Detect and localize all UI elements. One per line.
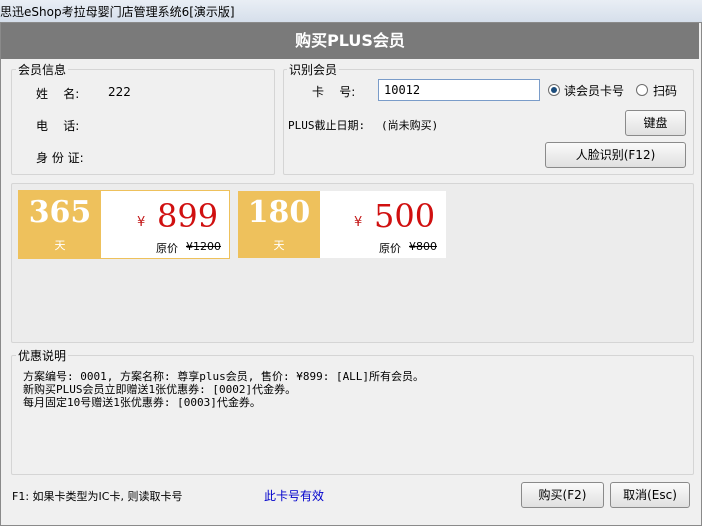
promo-line: 新购买PLUS会员立即赠送1张优惠券: [0002]代金券。 — [23, 383, 297, 396]
promo-text: 方案编号: 0001, 方案名称: 尊享plus会员, 售价: ¥899: [A… — [23, 370, 424, 409]
buy-button[interactable]: 购买(F2) — [521, 482, 604, 508]
phone-label: 电 话: — [36, 119, 80, 133]
cancel-button[interactable]: 取消(Esc) — [610, 482, 690, 508]
plan-currency: ¥ — [137, 215, 146, 230]
ic-card-hint: F1: 如果卡类型为IC卡, 则读取卡号 — [12, 490, 183, 503]
scan-radio-label[interactable]: 扫码 — [653, 82, 677, 99]
plan-card[interactable]: 365 天 ¥ 899 原价 ¥1200 — [18, 190, 230, 259]
plus-expiry-label: PLUS截止日期: — [288, 119, 366, 132]
plan-currency: ¥ — [354, 215, 363, 230]
promo-title: 优惠说明 — [16, 347, 69, 364]
dialog-title: 购买PLUS会员 — [295, 31, 405, 50]
plan-card[interactable]: 180 天 ¥ 500 原价 ¥800 — [238, 191, 446, 258]
plan-days-unit: 天 — [54, 239, 66, 252]
id-label: 身 份 证: — [36, 151, 84, 165]
plan-days-block: 365 天 — [19, 191, 101, 258]
plan-original-price: ¥800 — [409, 240, 437, 253]
scan-radio[interactable] — [636, 84, 648, 96]
keyboard-button[interactable]: 键盘 — [625, 110, 686, 136]
plan-original-label: 原价 — [379, 242, 401, 255]
name-label: 姓 名: — [36, 87, 80, 101]
name-value: 222 — [108, 85, 131, 99]
plan-days: 365 — [28, 195, 92, 230]
card-number-label: 卡 号: — [312, 85, 356, 99]
plan-original-label: 原价 — [156, 242, 178, 255]
plan-price: 899 — [157, 197, 219, 235]
card-number-input[interactable]: 10012 — [378, 79, 540, 101]
plan-days-block: 180 天 — [238, 191, 320, 258]
member-info-title: 会员信息 — [16, 61, 69, 78]
identify-member-title: 识别会员 — [287, 61, 340, 78]
read-card-radio-label[interactable]: 读会员卡号 — [564, 82, 624, 99]
card-valid-link[interactable]: 此卡号有效 — [264, 487, 324, 504]
window-title-bar: 思迅eShop考拉母婴门店管理系统6[演示版] — [0, 0, 702, 23]
promo-line: 方案编号: 0001, 方案名称: 尊享plus会员, 售价: ¥899: [A… — [23, 370, 425, 383]
dialog-header: 购买PLUS会员 — [1, 23, 699, 59]
window-title: 思迅eShop考拉母婴门店管理系统6[演示版] — [0, 5, 235, 19]
face-recognition-button[interactable]: 人脸识别(F12) — [545, 142, 686, 168]
plan-days: 180 — [247, 195, 311, 230]
promo-line: 每月固定10号赠送1张优惠券: [0003]代金券。 — [23, 396, 261, 409]
plan-days-unit: 天 — [273, 239, 285, 252]
read-card-radio[interactable] — [548, 84, 560, 96]
plan-price: 500 — [374, 197, 436, 235]
plus-expiry-value: (尚未购买) — [381, 119, 439, 132]
plan-original-price: ¥1200 — [186, 240, 221, 253]
